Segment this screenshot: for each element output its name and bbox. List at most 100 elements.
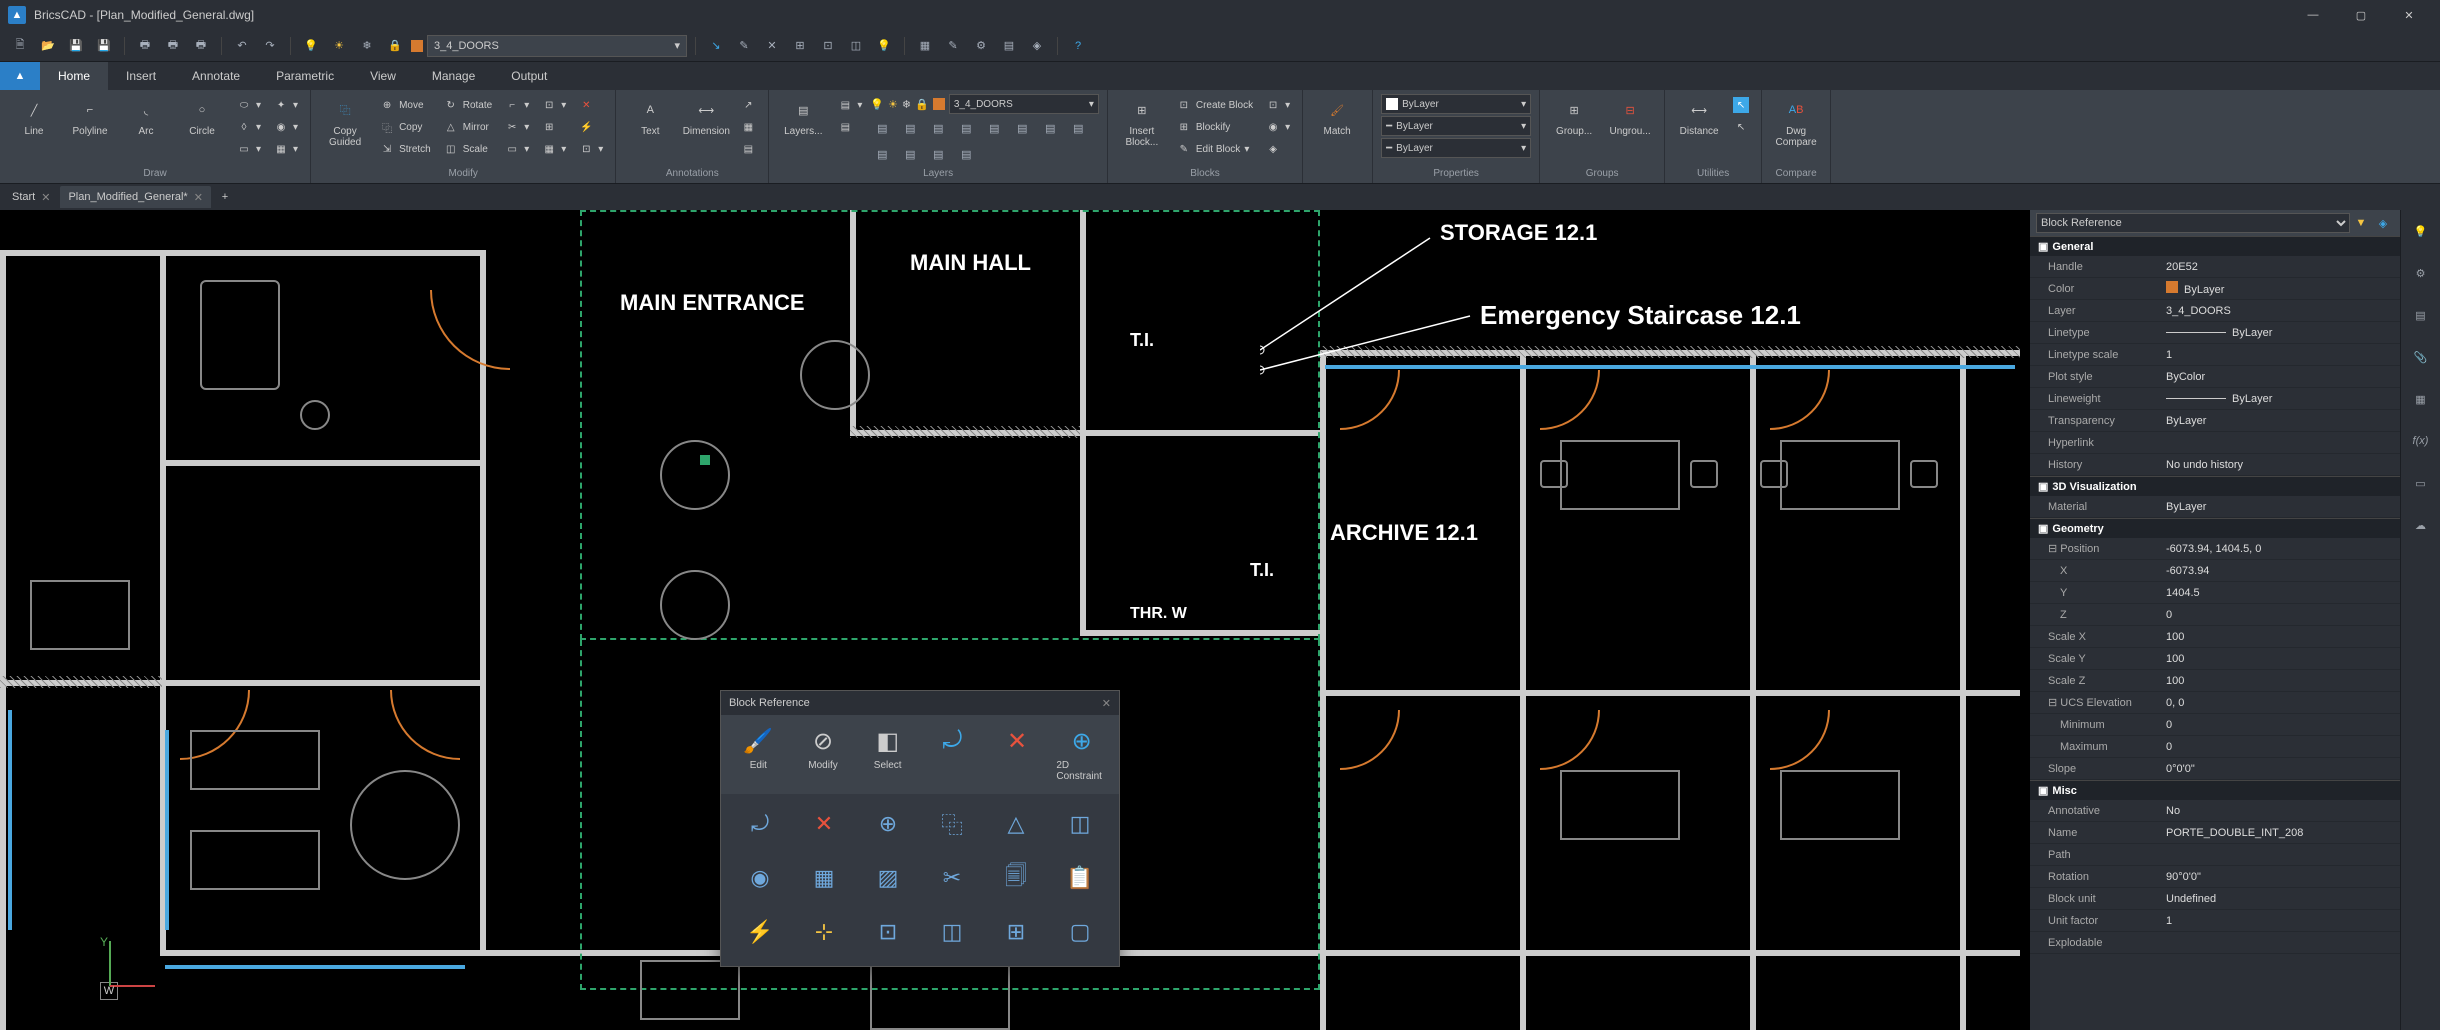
property-row[interactable]: Hyperlink <box>2030 432 2400 454</box>
dimension-button[interactable]: ⟷Dimension <box>680 94 732 139</box>
property-row[interactable]: Minimum0 <box>2030 714 2400 736</box>
quad-tool-action[interactable]: ⤾ <box>923 723 982 786</box>
modify-more-button[interactable]: ✂▾ <box>500 116 533 138</box>
quad-grid-button[interactable]: ⊹ <box>793 906 855 958</box>
property-row[interactable]: Scale X100 <box>2030 626 2400 648</box>
property-row[interactable]: Z0 <box>2030 604 2400 626</box>
property-row[interactable]: MaterialByLayer <box>2030 496 2400 518</box>
draw-more-button[interactable]: ✦▾ <box>269 94 302 116</box>
util-button[interactable]: ↖ <box>1729 116 1753 138</box>
property-row[interactable]: Handle20E52 <box>2030 256 2400 278</box>
property-row[interactable]: Scale Y100 <box>2030 648 2400 670</box>
block-more-button[interactable]: ◈ <box>1261 138 1294 160</box>
move-button[interactable]: ⊕Move <box>375 94 435 116</box>
quad-grid-button[interactable]: ◫ <box>921 906 983 958</box>
layer-tool-icon[interactable]: ▤ <box>926 116 950 140</box>
help-icon[interactable]: ? <box>1066 34 1090 58</box>
sun-icon[interactable]: ☀ <box>327 34 351 58</box>
blockify-button[interactable]: ⊞Blockify <box>1172 116 1257 138</box>
layer-tool-icon[interactable]: ▤ <box>982 116 1006 140</box>
lightbulb-icon[interactable]: 💡 <box>2408 218 2434 244</box>
start-tab[interactable]: Start✕ <box>4 186 58 208</box>
draw-more-button[interactable]: ▦▾ <box>269 138 302 160</box>
property-row[interactable]: ⊟ Position-6073.94, 1404.5, 0 <box>2030 538 2400 560</box>
dwg-compare-button[interactable]: ABDwg Compare <box>1770 94 1822 150</box>
tool-icon[interactable]: ⊞ <box>788 34 812 58</box>
annot-more-button[interactable]: ▤ <box>736 138 760 160</box>
quick-select-icon[interactable]: ◈ <box>2372 217 2394 230</box>
util-button[interactable]: ↖ <box>1729 94 1753 116</box>
stretch-button[interactable]: ⇲Stretch <box>375 138 435 160</box>
modify-more-button[interactable]: ▦▾ <box>537 138 570 160</box>
lock-icon[interactable]: 🔒 <box>383 34 407 58</box>
layer-selector[interactable]: 3_4_DOORS ▾ <box>427 35 687 57</box>
lightbulb-icon[interactable]: 💡 <box>299 34 323 58</box>
minimize-button[interactable]: — <box>2290 0 2336 30</box>
property-section-header[interactable]: ▣ Misc <box>2030 780 2400 800</box>
color-selector[interactable]: ByLayer▾ <box>1381 94 1531 114</box>
app-menu-button[interactable]: ▲ <box>0 62 40 90</box>
draw-more-button[interactable]: ▭▾ <box>232 138 265 160</box>
layer-tool-icon[interactable]: ▤ <box>1066 116 1090 140</box>
property-row[interactable]: LinetypeByLayer <box>2030 322 2400 344</box>
property-row[interactable]: Slope0°0'0" <box>2030 758 2400 780</box>
arc-button[interactable]: ◟Arc <box>120 94 172 139</box>
modify-more-button[interactable]: ✕ <box>574 94 607 116</box>
layer-tool-icon[interactable]: ▤ <box>926 142 950 166</box>
draw-more-button[interactable]: ⬭▾ <box>232 94 265 116</box>
tab-manage[interactable]: Manage <box>414 62 493 90</box>
tool-icon[interactable]: ◈ <box>1025 34 1049 58</box>
quad-grid-button[interactable]: 📋 <box>1049 852 1111 904</box>
property-row[interactable]: Scale Z100 <box>2030 670 2400 692</box>
quad-tool-select[interactable]: ◧Select <box>858 723 917 786</box>
modify-more-button[interactable]: ⊞ <box>537 116 570 138</box>
tab-output[interactable]: Output <box>493 62 565 90</box>
tool-icon[interactable]: ✕ <box>760 34 784 58</box>
close-icon[interactable]: ✕ <box>41 191 50 204</box>
create-block-button[interactable]: ⊡Create Block <box>1172 94 1257 116</box>
publish-icon[interactable]: 🖶 <box>189 34 213 58</box>
polyline-button[interactable]: ⌐Polyline <box>64 94 116 139</box>
redo-icon[interactable]: ↷ <box>258 34 282 58</box>
ribbon-layer-selector[interactable]: 3_4_DOORS▾ <box>949 94 1099 114</box>
settings-icon[interactable]: ⚙ <box>2408 260 2434 286</box>
fx-icon[interactable]: f(x) <box>2408 428 2434 454</box>
layer-tool-icon[interactable]: ▤ <box>870 116 894 140</box>
attach-icon[interactable]: 📎 <box>2408 344 2434 370</box>
tool-icon[interactable]: ↘ <box>704 34 728 58</box>
quad-grid-button[interactable]: ⿻ <box>921 798 983 850</box>
text-button[interactable]: AText <box>624 94 676 139</box>
property-row[interactable]: TransparencyByLayer <box>2030 410 2400 432</box>
annot-more-button[interactable]: ▦ <box>736 116 760 138</box>
property-section-header[interactable]: ▣ Geometry <box>2030 518 2400 538</box>
layer-tool-icon[interactable]: ▤ <box>870 142 894 166</box>
quad-grid-button[interactable]: ◫ <box>1049 798 1111 850</box>
copy-guided-button[interactable]: ⿻Copy Guided <box>319 94 371 150</box>
property-row[interactable]: NamePORTE_DOUBLE_INT_208 <box>2030 822 2400 844</box>
close-icon[interactable]: ✕ <box>1102 697 1111 710</box>
modify-more-button[interactable]: ⊡▾ <box>537 94 570 116</box>
quad-grid-button[interactable]: ✕ <box>793 798 855 850</box>
quad-grid-button[interactable]: ▨ <box>857 852 919 904</box>
ungroup-button[interactable]: ⊟Ungrou... <box>1604 94 1656 139</box>
layer-tool-icon[interactable]: ▤ <box>898 116 922 140</box>
tab-annotate[interactable]: Annotate <box>174 62 258 90</box>
modify-more-button[interactable]: ⌐▾ <box>500 94 533 116</box>
draw-more-button[interactable]: ◉▾ <box>269 116 302 138</box>
quad-tool-2d-constraint[interactable]: ⊕2D Constraint <box>1052 723 1111 786</box>
layers-panel-icon[interactable]: ▤ <box>2408 302 2434 328</box>
property-row[interactable]: Unit factor1 <box>2030 910 2400 932</box>
tool-icon[interactable]: ✎ <box>941 34 965 58</box>
quad-grid-button[interactable]: ⚡ <box>729 906 791 958</box>
copy-button[interactable]: ⿻Copy <box>375 116 435 138</box>
quad-grid-button[interactable]: ⊡ <box>857 906 919 958</box>
undo-icon[interactable]: ↶ <box>230 34 254 58</box>
layer-tool-icon[interactable]: ▤ <box>954 116 978 140</box>
tool-icon[interactable]: 💡 <box>872 34 896 58</box>
modify-more-button[interactable]: ▭▾ <box>500 138 533 160</box>
annot-more-button[interactable]: ↗ <box>736 94 760 116</box>
layer-state-button[interactable]: ▤▾ <box>833 94 866 116</box>
property-row[interactable]: HistoryNo undo history <box>2030 454 2400 476</box>
block-more-button[interactable]: ◉▾ <box>1261 116 1294 138</box>
quad-grid-button[interactable]: △ <box>985 798 1047 850</box>
